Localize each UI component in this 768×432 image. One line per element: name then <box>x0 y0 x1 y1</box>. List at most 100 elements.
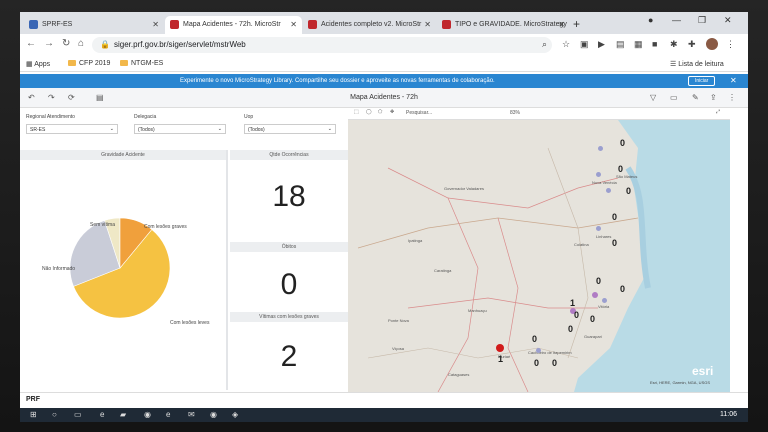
map-marker-count[interactable]: 0 <box>626 186 631 196</box>
tab-title: Mapa Acidentes - 72h. MicroStr <box>183 21 281 28</box>
map-marker-dot[interactable] <box>602 298 607 303</box>
polygon-tool-icon[interactable]: ⬠ <box>378 109 382 115</box>
map-marker-count[interactable]: 0 <box>552 358 557 368</box>
comment-icon[interactable]: ▭ <box>670 93 678 102</box>
map-marker-dot[interactable] <box>536 348 541 353</box>
map-marker-count[interactable]: 0 <box>620 284 625 294</box>
avatar[interactable] <box>706 38 718 50</box>
map-marker-count[interactable]: 0 <box>532 334 537 344</box>
kpi-lesoes-graves: 2 <box>230 324 348 390</box>
map-marker-count[interactable]: 0 <box>596 276 601 286</box>
close-icon[interactable]: ✕ <box>730 76 737 85</box>
kpi-value: 2 <box>280 340 298 373</box>
menu-icon[interactable]: ⋮ <box>726 39 735 50</box>
windows-start-icon[interactable]: ⊞ <box>30 410 37 419</box>
chrome-icon[interactable]: ◉ <box>144 410 151 419</box>
uop-select[interactable]: (Todos) ⌄ <box>244 124 336 134</box>
map-marker-dot[interactable] <box>596 226 601 231</box>
map-marker-count[interactable]: 0 <box>612 238 617 248</box>
city-label: Colatina <box>574 242 589 247</box>
map-zoom-level[interactable]: 83% <box>510 110 520 116</box>
map-marker-count[interactable]: 0 <box>620 138 625 148</box>
map-marker-count[interactable]: 0 <box>568 324 573 334</box>
url-input[interactable]: 🔒 siger.prf.gov.br/siger/servlet/mstrWeb <box>92 37 552 53</box>
task-view-icon[interactable]: ▭ <box>74 410 82 419</box>
map-marker-dot[interactable] <box>596 172 601 177</box>
banner-start-button[interactable]: Iniciar <box>688 76 716 86</box>
reading-list[interactable]: ☰ Lista de leitura <box>670 60 724 68</box>
kpi-obitos: 0 <box>230 254 348 312</box>
tab-bar: SPRF-ES ✕ Mapa Acidentes - 72h. MicroStr… <box>20 12 748 34</box>
tab-acidentes-completo[interactable]: Acidentes completo v2. MicroStr ✕ <box>303 16 436 34</box>
close-window-icon[interactable]: ✕ <box>724 15 732 26</box>
tab-tipo-gravidade[interactable]: TIPO e GRAVIDADE. MicroStrategy ✕ <box>437 16 570 34</box>
map-marker-count[interactable]: 0 <box>612 212 617 222</box>
extension-icon[interactable]: ■ <box>652 39 657 49</box>
forward-icon[interactable]: → <box>44 38 54 49</box>
folder-icon <box>120 60 128 66</box>
tab-title: TIPO e GRAVIDADE. MicroStrategy <box>455 21 567 28</box>
map-marker-dot[interactable] <box>496 344 504 352</box>
highway <box>497 217 529 392</box>
search-icon[interactable]: ○ <box>52 410 57 419</box>
ie-icon[interactable]: e <box>100 410 104 419</box>
map-marker-count[interactable]: 0 <box>590 314 595 324</box>
map-marker-dot[interactable] <box>598 146 603 151</box>
folder-icon <box>68 60 76 66</box>
more-icon[interactable]: ⋮ <box>728 93 736 102</box>
minimize-icon[interactable]: — <box>672 15 681 25</box>
extension-icon[interactable]: ✱ <box>670 39 678 50</box>
share-icon[interactable]: ⇪ <box>710 93 717 102</box>
pan-tool-icon[interactable]: ✥ <box>390 109 394 115</box>
puzzle-icon[interactable]: ✚ <box>688 39 696 50</box>
tab-sprf-es[interactable]: SPRF-ES ✕ <box>24 16 164 34</box>
edit-icon[interactable]: ✎ <box>692 93 699 102</box>
map-marker-dot[interactable] <box>606 188 611 193</box>
maximize-icon[interactable]: ❐ <box>698 15 706 26</box>
close-icon[interactable]: ✕ <box>290 20 297 29</box>
state-border <box>357 217 639 249</box>
bookmark-ntgm[interactable]: NTGM-ES <box>120 60 163 67</box>
select-value: SR-ES <box>30 127 46 133</box>
regional-select[interactable]: SR-ES ⌄ <box>26 124 118 134</box>
map-marker-count[interactable]: 0 <box>574 310 579 320</box>
city-label: Nova Venécia <box>592 180 617 185</box>
back-icon[interactable]: ← <box>26 38 36 49</box>
accident-map[interactable]: ⬚ ◯ ⬠ ✥ Pesquisar... 83% ⤢ Governador Va… <box>348 108 730 392</box>
tab-search-icon[interactable]: ● <box>648 15 653 25</box>
map-search-input[interactable]: Pesquisar... <box>406 110 432 116</box>
delegacia-select[interactable]: (Todos) ⌄ <box>134 124 226 134</box>
new-tab-button[interactable]: + <box>573 17 580 31</box>
zoom-search-icon[interactable]: ⌕ <box>542 39 547 50</box>
map-marker-count[interactable]: 1 <box>498 354 503 364</box>
play-extension-icon[interactable]: ▶ <box>598 39 605 50</box>
reload-icon[interactable]: ↻ <box>62 38 70 49</box>
extension-icon[interactable]: ▦ <box>634 39 643 50</box>
ocean-area <box>574 120 730 392</box>
pie-label-lesoes-graves: Com lesões graves <box>144 224 187 230</box>
reading-list-label: Lista de leitura <box>678 61 724 68</box>
close-icon[interactable]: ✕ <box>424 20 431 29</box>
chrome-icon[interactable]: ◉ <box>210 410 217 419</box>
apps-bookmark[interactable]: ▦ Apps <box>26 60 50 68</box>
home-icon[interactable]: ⌂ <box>78 38 84 49</box>
map-marker-dot[interactable] <box>592 292 598 298</box>
file-explorer-icon[interactable]: ▰ <box>120 410 126 419</box>
lasso-tool-icon[interactable]: ◯ <box>366 109 372 115</box>
bookmark-cfp[interactable]: CFP 2019 <box>68 60 110 67</box>
close-icon[interactable]: ✕ <box>152 20 159 29</box>
extension-icon[interactable]: ▤ <box>616 39 625 50</box>
map-marker-count[interactable]: 0 <box>534 358 539 368</box>
filter-icon[interactable]: ▽ <box>650 93 656 102</box>
app-icon[interactable]: ◈ <box>232 410 238 419</box>
mail-icon[interactable]: ✉ <box>188 410 195 419</box>
extension-icon[interactable]: ▣ <box>580 39 589 50</box>
tab-mapa-acidentes[interactable]: Mapa Acidentes - 72h. MicroStr ✕ <box>165 16 302 34</box>
edge-icon[interactable]: e <box>166 410 170 419</box>
star-icon[interactable]: ☆ <box>562 39 570 50</box>
fullscreen-icon[interactable]: ⤢ <box>716 109 720 115</box>
select-tool-icon[interactable]: ⬚ <box>354 109 359 115</box>
close-icon[interactable]: ✕ <box>558 20 565 29</box>
map-marker-count[interactable]: 0 <box>618 164 623 174</box>
map-marker-count[interactable]: 1 <box>570 298 575 308</box>
